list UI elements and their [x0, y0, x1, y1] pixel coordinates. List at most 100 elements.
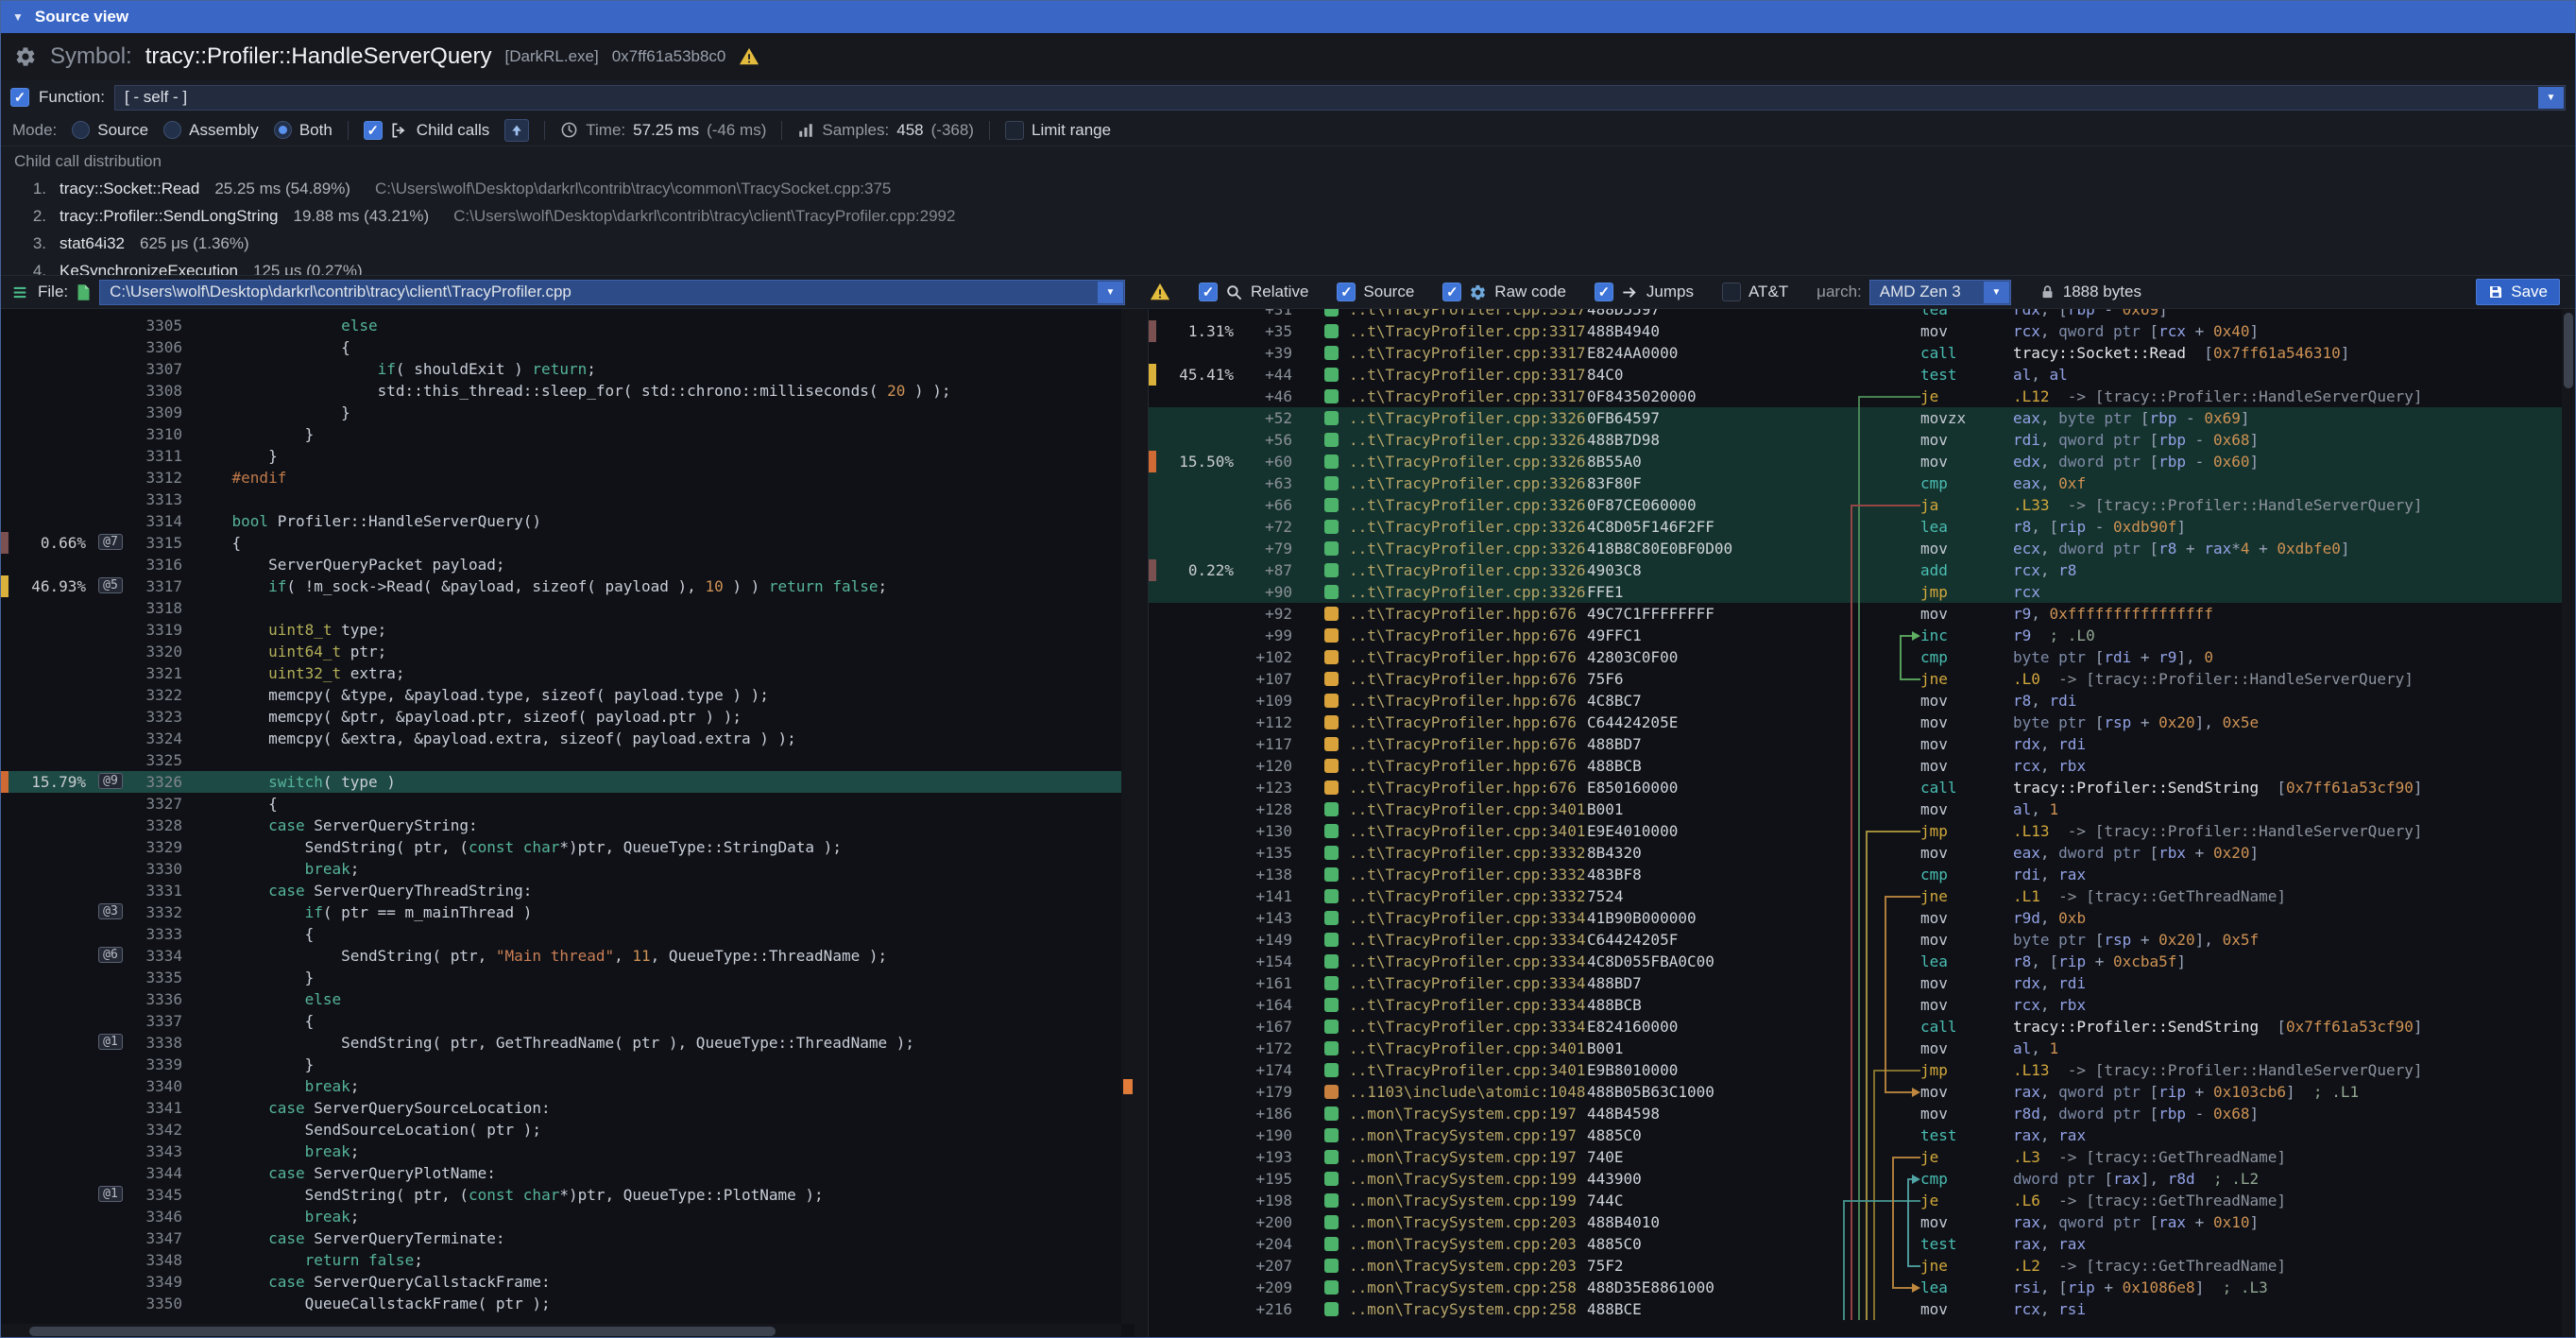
function-checkbox[interactable]: [10, 88, 29, 107]
asm-location[interactable]: ..t\TracyProfiler.cpp:3334: [1349, 994, 1587, 1016]
assembly-row[interactable]: +117..t\TracyProfiler.hpp:676488BD7movrd…: [1149, 733, 2562, 755]
assembly-row[interactable]: +72..t\TracyProfiler.cpp:33264C8D05F146F…: [1149, 516, 2562, 538]
source-hscrollbar[interactable]: [1, 1324, 1121, 1338]
assembly-row[interactable]: 0.22%+87..t\TracyProfiler.cpp:33264903C8…: [1149, 559, 2562, 581]
source-line[interactable]: @13338 SendString( ptr, GetThreadName( p…: [1, 1032, 1121, 1054]
asm-location[interactable]: ..t\TracyProfiler.hpp:676: [1349, 625, 1587, 646]
assembly-row[interactable]: 15.50%+60..t\TracyProfiler.cpp:33268B55A…: [1149, 451, 2562, 472]
source-line[interactable]: 0.66%@73315 {: [1, 532, 1121, 554]
source-line[interactable]: 3336 else: [1, 988, 1121, 1010]
asm-location[interactable]: ..t\TracyProfiler.cpp:3326: [1349, 538, 1587, 559]
radio-assembly-icon[interactable]: [163, 121, 181, 139]
file-list-icon[interactable]: [10, 284, 29, 300]
assembly-row[interactable]: +172..t\TracyProfiler.cpp:3401B001moval,…: [1149, 1038, 2562, 1059]
asm-location[interactable]: ..mon\TracySystem.cpp:197: [1349, 1124, 1587, 1146]
asm-location[interactable]: ..t\TracyProfiler.cpp:3317: [1349, 364, 1587, 386]
source-vscrollbar[interactable]: [1121, 309, 1134, 1324]
asm-location[interactable]: ..t\TracyProfiler.cpp:3332: [1349, 842, 1587, 864]
jumps-checkbox[interactable]: [1595, 283, 1613, 301]
assembly-row[interactable]: +56..t\TracyProfiler.cpp:3326488B7D98mov…: [1149, 429, 2562, 451]
source-line[interactable]: 3327 {: [1, 793, 1121, 815]
source-line[interactable]: 3346 break;: [1, 1206, 1121, 1227]
assembly-row[interactable]: +179..1103\include\atomic:1048488B05B63C…: [1149, 1081, 2562, 1103]
source-line[interactable]: 3319 uint8_t type;: [1, 619, 1121, 641]
assembly-row[interactable]: +66..t\TracyProfiler.cpp:33260F87CE06000…: [1149, 494, 2562, 516]
source-line[interactable]: 3335 }: [1, 967, 1121, 988]
source-line[interactable]: 3341 case ServerQuerySourceLocation:: [1, 1097, 1121, 1119]
source-line[interactable]: @33332 if( ptr == m_mainThread ): [1, 901, 1121, 923]
chevron-down-icon[interactable]: ▼: [1098, 282, 1123, 303]
assembly-row[interactable]: +216..mon\TracySystem.cpp:258488BCEmovrc…: [1149, 1298, 2562, 1320]
source-line[interactable]: 3324 memcpy( &extra, &payload.extra, siz…: [1, 728, 1121, 749]
source-line[interactable]: 46.93%@53317 if( !m_sock->Read( &payload…: [1, 575, 1121, 597]
source-line[interactable]: 3330 break;: [1, 858, 1121, 880]
jumps-toggle[interactable]: Jumps: [1595, 283, 1694, 301]
mode-radio-source[interactable]: Source: [72, 121, 148, 140]
asm-location[interactable]: ..t\TracyProfiler.cpp:3401: [1349, 1038, 1587, 1059]
asm-location[interactable]: ..mon\TracySystem.cpp:197: [1349, 1103, 1587, 1124]
asm-location[interactable]: ..t\TracyProfiler.hpp:676: [1349, 603, 1587, 625]
assembly-row[interactable]: 1.31%+35..t\TracyProfiler.cpp:3317488B49…: [1149, 320, 2562, 342]
assembly-vscrollbar-thumb[interactable]: [2564, 313, 2573, 388]
source-line[interactable]: 3344 case ServerQueryPlotName:: [1, 1162, 1121, 1184]
save-button[interactable]: Save: [2476, 279, 2560, 305]
assembly-row[interactable]: +123..t\TracyProfiler.hpp:676E850160000c…: [1149, 777, 2562, 798]
limit-range-toggle[interactable]: Limit range: [1005, 121, 1111, 140]
assembly-row[interactable]: +130..t\TracyProfiler.cpp:3401E9E4010000…: [1149, 820, 2562, 842]
child-calls-checkbox[interactable]: [364, 121, 383, 140]
radio-source-icon[interactable]: [72, 121, 90, 139]
asm-location[interactable]: ..mon\TracySystem.cpp:197: [1349, 1146, 1587, 1168]
att-checkbox[interactable]: [1722, 283, 1741, 301]
asm-location[interactable]: ..t\TracyProfiler.cpp:3326: [1349, 407, 1587, 429]
relative-toggle[interactable]: Relative: [1199, 283, 1308, 301]
assembly-row[interactable]: +92..t\TracyProfiler.hpp:67649C7C1FFFFFF…: [1149, 603, 2562, 625]
assembly-row[interactable]: +79..t\TracyProfiler.cpp:3326418B8C80E0B…: [1149, 538, 2562, 559]
asm-location[interactable]: ..t\TracyProfiler.cpp:3326: [1349, 581, 1587, 603]
assembly-row[interactable]: +207..mon\TracySystem.cpp:20375F2jne.L2 …: [1149, 1255, 2562, 1277]
asm-location[interactable]: ..mon\TracySystem.cpp:199: [1349, 1168, 1587, 1190]
assembly-row[interactable]: 45.41%+44..t\TracyProfiler.cpp:331784C0t…: [1149, 364, 2562, 386]
source-line[interactable]: 3307 if( shouldExit ) return;: [1, 358, 1121, 380]
raw-code-toggle[interactable]: Raw code: [1442, 283, 1566, 301]
source-line[interactable]: 3309 }: [1, 402, 1121, 423]
assembly-row[interactable]: +198..mon\TracySystem.cpp:199744Cje.L6 -…: [1149, 1190, 2562, 1211]
assembly-row[interactable]: +107..t\TracyProfiler.hpp:67675F6jne.L0 …: [1149, 668, 2562, 690]
child-calls-toggle[interactable]: Child calls: [364, 121, 489, 140]
limit-range-checkbox[interactable]: [1005, 121, 1024, 140]
mode-radio-assembly[interactable]: Assembly: [163, 121, 259, 140]
asm-location[interactable]: ..t\TracyProfiler.cpp:3332: [1349, 885, 1587, 907]
source-line[interactable]: 3314 bool Profiler::HandleServerQuery(): [1, 510, 1121, 532]
asm-location[interactable]: ..t\TracyProfiler.cpp:3334: [1349, 929, 1587, 951]
source-hscrollbar-thumb[interactable]: [29, 1327, 776, 1336]
chevron-down-icon[interactable]: ▼: [1984, 282, 2009, 303]
asm-location[interactable]: ..t\TracyProfiler.cpp:3334: [1349, 972, 1587, 994]
source-line[interactable]: 3325: [1, 749, 1121, 771]
asm-location[interactable]: ..t\TracyProfiler.hpp:676: [1349, 712, 1587, 733]
asm-location[interactable]: ..t\TracyProfiler.hpp:676: [1349, 690, 1587, 712]
asm-location[interactable]: ..t\TracyProfiler.cpp:3401: [1349, 798, 1587, 820]
source-line[interactable]: 3310 }: [1, 423, 1121, 445]
source-line[interactable]: 3331 case ServerQueryThreadString:: [1, 880, 1121, 901]
asm-location[interactable]: ..t\TracyProfiler.hpp:676: [1349, 733, 1587, 755]
assembly-row[interactable]: +149..t\TracyProfiler.cpp:3334C64424205F…: [1149, 929, 2562, 951]
asm-location[interactable]: ..t\TracyProfiler.cpp:3326: [1349, 472, 1587, 494]
asm-location[interactable]: ..mon\TracySystem.cpp:199: [1349, 1190, 1587, 1211]
asm-location[interactable]: ..t\TracyProfiler.cpp:3317: [1349, 386, 1587, 407]
assembly-row[interactable]: +90..t\TracyProfiler.cpp:3326FFE1jmprcx: [1149, 581, 2562, 603]
source-line[interactable]: 3305 else: [1, 315, 1121, 336]
asm-location[interactable]: ..t\TracyProfiler.cpp:3332: [1349, 864, 1587, 885]
assembly-row[interactable]: +154..t\TracyProfiler.cpp:33344C8D055FBA…: [1149, 951, 2562, 972]
source-line[interactable]: 3316 ServerQueryPacket payload;: [1, 554, 1121, 575]
asm-location[interactable]: ..mon\TracySystem.cpp:203: [1349, 1211, 1587, 1233]
source-line[interactable]: 3322 memcpy( &type, &payload.type, sizeo…: [1, 684, 1121, 706]
source-line[interactable]: 3340 break;: [1, 1075, 1121, 1097]
asm-location[interactable]: ..mon\TracySystem.cpp:258: [1349, 1277, 1587, 1298]
chevron-down-icon[interactable]: ▼: [2538, 87, 2564, 109]
asm-location[interactable]: ..t\TracyProfiler.hpp:676: [1349, 668, 1587, 690]
asm-location[interactable]: ..1103\include\atomic:1048: [1349, 1081, 1587, 1103]
file-combo[interactable]: C:\Users\wolf\Desktop\darkrl\contrib\tra…: [99, 280, 1125, 305]
assembly-row[interactable]: +52..t\TracyProfiler.cpp:33260FB64597mov…: [1149, 407, 2562, 429]
source-line[interactable]: 3328 case ServerQueryString:: [1, 815, 1121, 836]
source-line[interactable]: 3320 uint64_t ptr;: [1, 641, 1121, 662]
source-line[interactable]: 3311 }: [1, 445, 1121, 467]
